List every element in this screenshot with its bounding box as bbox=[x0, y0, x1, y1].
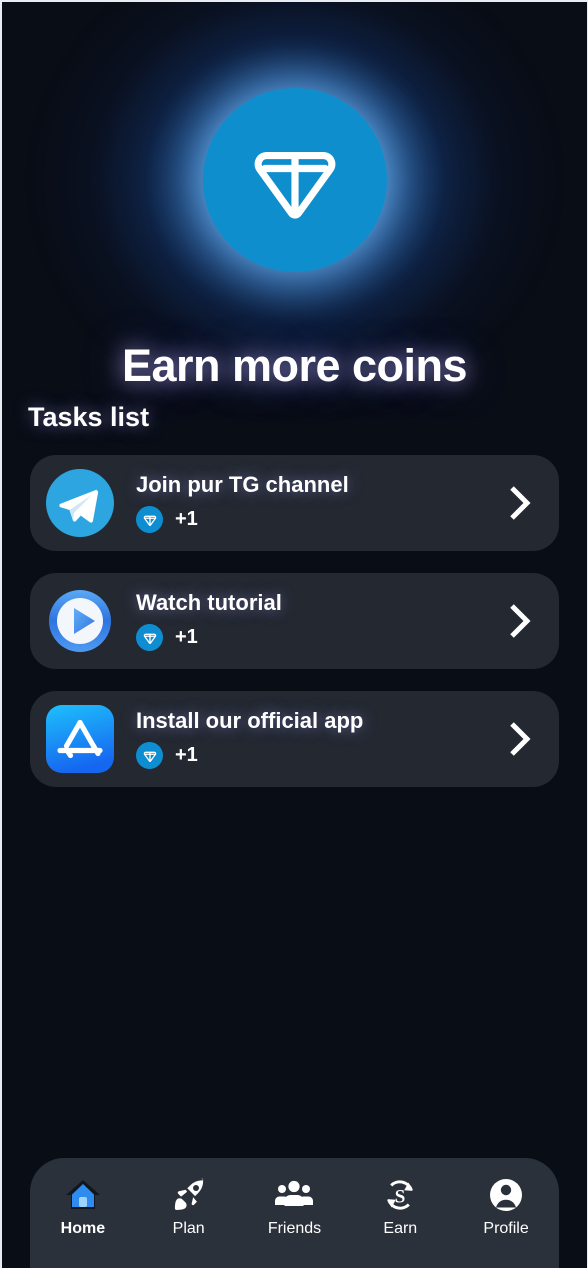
ton-diamond-icon bbox=[136, 506, 163, 534]
nav-label: Plan bbox=[172, 1220, 205, 1237]
task-card-install-app[interactable]: Install our official app +1 bbox=[30, 691, 559, 787]
task-text-block: Install our official app +1 bbox=[114, 707, 503, 770]
page-title: Earn more coins bbox=[121, 340, 468, 391]
nav-item-earn[interactable]: S Earn bbox=[347, 1176, 453, 1237]
task-reward-amount: +1 bbox=[175, 508, 198, 531]
task-text-block: Watch tutorial +1 bbox=[114, 589, 503, 652]
home-icon bbox=[64, 1176, 102, 1214]
nav-label: Earn bbox=[383, 1220, 418, 1237]
bottom-navigation-bar: Home Plan Friends S Earn Profile bbox=[30, 1158, 559, 1268]
tasks-list: Join pur TG channel +1 Watch tutorial +1… bbox=[2, 455, 587, 787]
nav-label: Friends bbox=[267, 1220, 322, 1237]
nav-label: Profile bbox=[483, 1220, 529, 1237]
ton-diamond-icon bbox=[136, 742, 163, 770]
chevron-right-icon[interactable] bbox=[503, 719, 537, 759]
task-label: Join pur TG channel bbox=[136, 471, 349, 497]
task-reward: +1 bbox=[136, 624, 503, 652]
chevron-right-icon[interactable] bbox=[503, 601, 537, 641]
ton-coin-logo bbox=[202, 88, 387, 272]
task-reward: +1 bbox=[136, 506, 503, 534]
task-label: Install our official app bbox=[136, 707, 364, 733]
currency-exchange-icon: S bbox=[383, 1176, 417, 1214]
ton-diamond-icon bbox=[249, 134, 341, 226]
person-circle-icon bbox=[489, 1176, 523, 1214]
nav-item-friends[interactable]: Friends bbox=[242, 1176, 348, 1237]
app-store-icon bbox=[46, 705, 114, 773]
task-card-join-tg-channel[interactable]: Join pur TG channel +1 bbox=[30, 455, 559, 551]
people-group-icon bbox=[274, 1176, 314, 1214]
nav-label: Home bbox=[60, 1220, 106, 1237]
nav-item-plan[interactable]: Plan bbox=[136, 1176, 242, 1237]
task-reward-amount: +1 bbox=[175, 626, 198, 649]
chevron-right-icon[interactable] bbox=[503, 483, 537, 523]
app-screen: Earn more coins Tasks list Join pur TG c… bbox=[0, 0, 588, 1268]
telegram-icon bbox=[46, 469, 114, 537]
tasks-list-heading: Tasks list bbox=[28, 402, 150, 432]
nav-item-home[interactable]: Home bbox=[30, 1176, 136, 1237]
svg-text:S: S bbox=[395, 1187, 406, 1208]
rocket-icon bbox=[172, 1176, 206, 1214]
nav-item-profile[interactable]: Profile bbox=[453, 1176, 559, 1237]
ton-diamond-icon bbox=[136, 624, 163, 652]
task-card-watch-tutorial[interactable]: Watch tutorial +1 bbox=[30, 573, 559, 669]
task-text-block: Join pur TG channel +1 bbox=[114, 471, 503, 534]
task-reward-amount: +1 bbox=[175, 744, 198, 767]
task-reward: +1 bbox=[136, 742, 503, 770]
play-circle-icon bbox=[46, 587, 114, 655]
task-label: Watch tutorial bbox=[136, 589, 282, 615]
hero-section: Earn more coins bbox=[2, 2, 587, 415]
